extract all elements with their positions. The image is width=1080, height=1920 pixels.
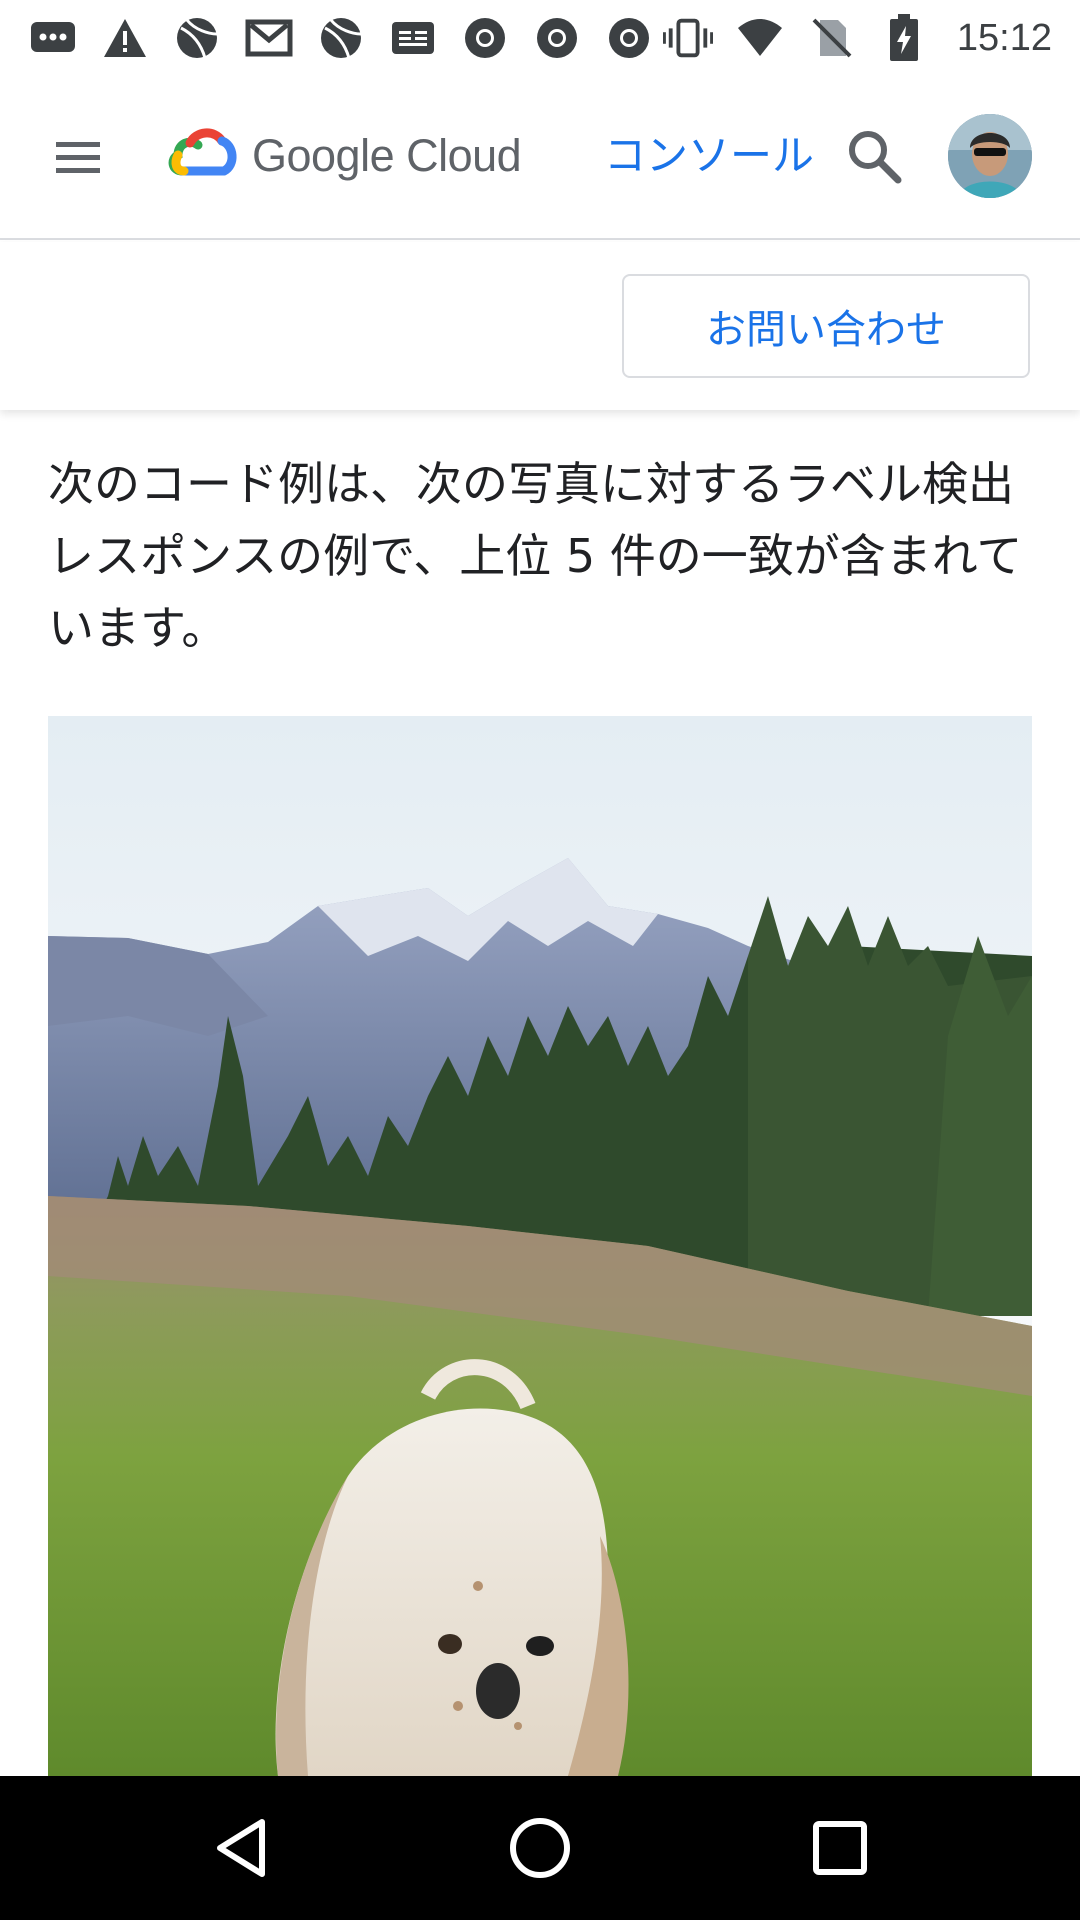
contact-us-button[interactable]: お問い合わせ [622, 274, 1030, 378]
battery-charging-icon [879, 13, 929, 63]
back-triangle-icon [217, 1819, 265, 1877]
wifi-icon [735, 13, 785, 63]
chrome-icon [532, 13, 582, 63]
sub-header: お問い合わせ [0, 242, 1080, 410]
chrome-icon [460, 13, 510, 63]
description-text: 次のコード例は、次の写真に対するラベル検出レスポンスの例で、上位 5 件の一致が… [48, 457, 1023, 655]
console-link[interactable]: コンソール [604, 126, 814, 186]
hamburger-menu-icon [56, 142, 100, 173]
brand-name[interactable]: Google Cloud [252, 126, 522, 186]
message-icon [28, 13, 78, 63]
menu-button[interactable] [44, 128, 114, 188]
back-button[interactable] [206, 1812, 278, 1884]
search-icon [849, 131, 902, 184]
chrome-icon [604, 13, 654, 63]
gmail-icon [244, 13, 294, 63]
vibrate-icon [662, 13, 713, 63]
clock: 15:12 [956, 16, 1052, 59]
search-button[interactable] [842, 124, 908, 190]
navigation-bar [0, 1776, 1080, 1920]
google-cloud-logo-icon[interactable] [168, 125, 238, 185]
app-header: Google Cloud コンソール [0, 76, 1080, 240]
system-icons: 15:12 [662, 13, 1052, 63]
status-bar: 15:12 [0, 0, 1080, 76]
no-sim-icon [807, 13, 857, 63]
recents-square-icon [813, 1821, 867, 1875]
notification-icons [28, 13, 654, 63]
account-avatar[interactable] [948, 114, 1032, 198]
example-photo [48, 716, 1032, 1776]
recents-button[interactable] [804, 1812, 876, 1884]
news-icon [388, 13, 438, 63]
basketball-icon [316, 13, 366, 63]
basketball-icon [172, 13, 222, 63]
home-button[interactable] [504, 1812, 576, 1884]
warning-icon [100, 13, 150, 63]
home-circle-icon [510, 1818, 570, 1878]
